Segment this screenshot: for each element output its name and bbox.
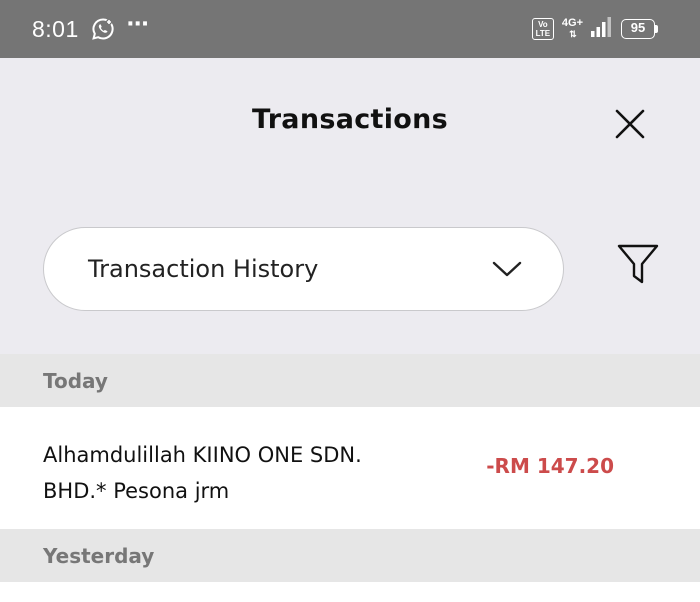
close-icon [615,109,645,139]
data-arrows-icon: ⇅ [569,29,577,39]
network-label: 4G+ [561,17,583,29]
close-button[interactable] [612,106,648,142]
overflow-dots-icon: ⋯ [126,12,150,37]
status-right: Vo LTE 4G+ ⇅ 95 [531,17,658,41]
battery-icon: 95 [621,19,658,39]
filter-icon [617,244,659,284]
network-type: 4G+ ⇅ [562,18,583,40]
transaction-row[interactable]: Alhamdulillah KIINO ONE SDN. BHD.* Peson… [0,407,700,529]
transaction-description: Alhamdulillah KIINO ONE SDN. BHD.* Peson… [43,443,362,503]
status-left: 8:01 ⋯ [32,12,150,43]
header: Transactions [0,58,700,182]
filter-button[interactable] [614,240,662,288]
transaction-type-dropdown[interactable]: Transaction History [43,227,564,311]
page-title: Transactions [251,104,449,135]
chevron-down-icon [492,261,522,277]
status-bar: 8:01 ⋯ Vo LTE 4G+ ⇅ 95 [0,0,700,58]
signal-icon [591,17,613,41]
section-header-yesterday: Yesterday [0,529,700,582]
transaction-amount: -RM 147.20 [486,454,614,478]
volte-icon: Vo LTE [531,18,554,40]
whatsapp-icon [91,17,115,41]
status-time: 8:01 [32,15,79,42]
dropdown-selected-value: Transaction History [88,255,319,283]
list-continuation [0,582,700,602]
battery-level: 95 [621,19,655,39]
battery-tip [655,25,658,33]
section-header-today: Today [0,354,700,407]
